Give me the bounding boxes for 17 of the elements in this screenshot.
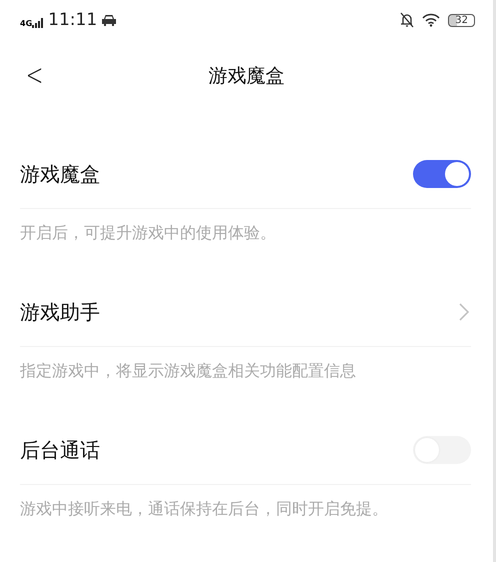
car-icon <box>101 14 118 26</box>
battery-indicator: 32 <box>448 14 475 26</box>
network-type: 4G <box>20 19 32 28</box>
setting-title: 游戏魔盒 <box>20 160 100 188</box>
bell-off-icon <box>400 12 414 28</box>
setting-title: 后台通话 <box>20 436 100 464</box>
page-title: 游戏魔盒 <box>208 64 284 89</box>
clock-time: 11:11 <box>48 10 98 30</box>
setting-description: 开启后，可提升游戏中的使用体验。 <box>19 222 277 244</box>
setting-title: 游戏助手 <box>20 298 100 326</box>
wifi-icon <box>422 13 440 27</box>
back-button[interactable]: < <box>22 58 48 93</box>
setting-description: 指定游戏中，将显示游戏魔盒相关功能配置信息 <box>19 360 357 382</box>
toggle-switch[interactable] <box>413 160 471 188</box>
signal-icon <box>32 18 44 28</box>
chevron-right-icon[interactable] <box>459 303 469 321</box>
setting-description: 游戏中接听来电，通话保持在后台，同时开启免提。 <box>19 498 389 520</box>
